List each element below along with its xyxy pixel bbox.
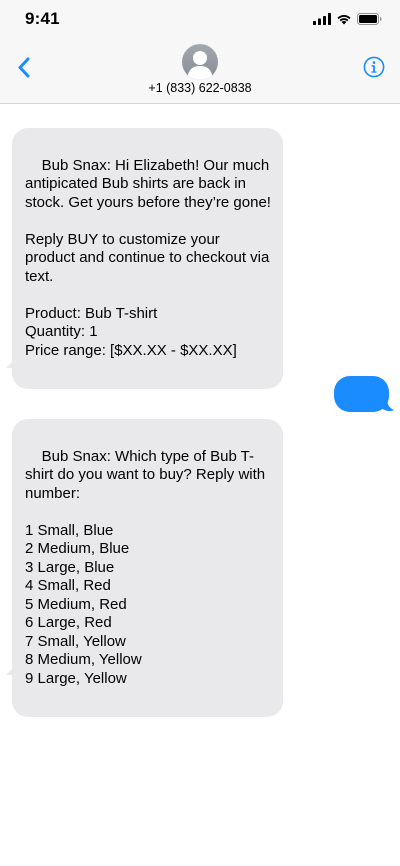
wifi-icon	[337, 15, 351, 25]
conversation-header: 9:41 +1 (833) 622-0838	[0, 0, 400, 104]
incoming-message-bubble[interactable]: Bub Snax: Which type of Bub T-shirt do y…	[12, 419, 283, 717]
info-button[interactable]	[363, 56, 385, 78]
status-icons	[313, 12, 382, 26]
incoming-message-bubble[interactable]: Bub Snax: Hi Elizabeth! Our much antipic…	[12, 128, 283, 389]
status-time: 9:41	[25, 9, 60, 28]
message-text: Bub Snax: Hi Elizabeth! Our much antipic…	[25, 156, 271, 359]
contact-avatar[interactable]	[182, 44, 218, 80]
cellular-signal-icon	[313, 13, 331, 25]
outgoing-message-bubble[interactable]: BUY	[334, 376, 389, 438]
chevron-left-icon	[18, 57, 29, 77]
contact-avatar-icon	[187, 51, 213, 80]
battery-icon	[357, 13, 382, 25]
message-text: BUY	[347, 421, 378, 438]
back-button[interactable]	[12, 54, 34, 80]
info-icon	[363, 56, 385, 78]
message-text: Bub Snax: Which type of Bub T-shirt do y…	[25, 447, 266, 687]
contact-phone-number[interactable]: +1 (833) 622-0838	[0, 81, 400, 95]
